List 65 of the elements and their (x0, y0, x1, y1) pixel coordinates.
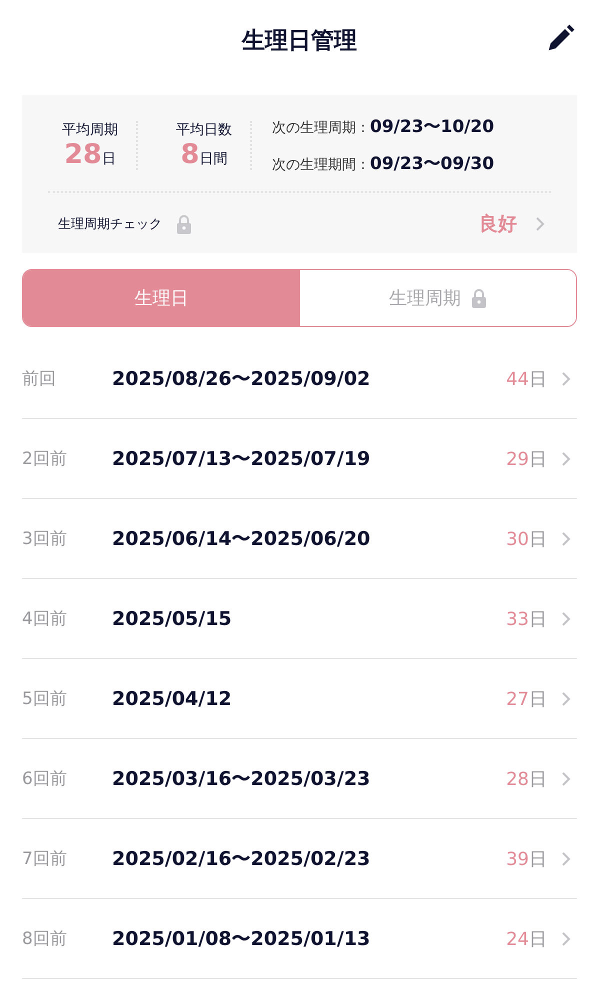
cycle-days: 30 (506, 528, 529, 550)
record-label: 4回前 (22, 608, 68, 630)
record-label: 8回前 (22, 928, 68, 950)
days-unit: 日 (529, 688, 547, 710)
record-row[interactable]: 4回前 2025/05/15 33 日 (22, 579, 577, 659)
stat-label: 平均日数 (176, 120, 232, 138)
cycle-days: 28 (506, 768, 529, 790)
cycle-days: 24 (506, 928, 529, 950)
next-value: 09/23〜10/20 (370, 116, 494, 138)
record-label: 5回前 (22, 688, 68, 710)
next-label: 次の生理周期： (272, 119, 370, 137)
record-dates: 2025/02/16〜2025/02/23 (112, 846, 370, 872)
stat-unit: 日 (102, 150, 116, 168)
record-label: 3回前 (22, 528, 68, 550)
record-row[interactable]: 6回前 2025/03/16〜2025/03/23 28日 (22, 739, 577, 819)
cycle-days: 39 (506, 848, 529, 870)
cycle-days: 27 (506, 688, 529, 710)
chevron-icon (561, 850, 571, 866)
chevron-icon (561, 690, 571, 706)
stat-unit: 日間 (199, 150, 228, 168)
record-row[interactable]: 3回前 2025/06/14〜2025/06/20 30日 (22, 499, 577, 579)
check-result: 良好 (479, 212, 517, 237)
days-unit: 日 (529, 368, 547, 390)
record-dates: 2025/08/26〜2025/09/02 (112, 366, 370, 392)
record-row[interactable]: 5回前 2025/04/12 27 日 (22, 659, 577, 739)
days-unit: 日 (529, 768, 547, 790)
chevron-icon (561, 930, 571, 946)
record-row[interactable]: 7回前 2025/02/16〜2025/02/23 39日 (22, 819, 577, 899)
record-row[interactable]: 8回前 2025/01/08〜2025/01/13 24日 (22, 899, 577, 979)
record-label: 2回前 (22, 448, 68, 470)
record-dates: 2025/01/08〜2025/01/13 (112, 926, 370, 952)
record-row[interactable]: 2回前 2025/07/13〜2025/07/19 29日 (22, 419, 577, 499)
record-label: 7回前 (22, 848, 68, 870)
record-dates: 2025/03/16〜2025/03/23 (112, 766, 370, 792)
days-unit: 日 (529, 448, 547, 470)
stat-value: 28 (64, 138, 102, 170)
chevron-icon (561, 610, 571, 626)
stat-value: 8 (180, 138, 200, 170)
days-unit: 日 (529, 928, 547, 950)
record-dates: 2025/06/14〜2025/06/20 (112, 526, 370, 552)
days-unit: 日 (529, 848, 547, 870)
chevron-icon (535, 216, 545, 232)
record-label: 前回 (22, 368, 57, 390)
chevron-icon (561, 770, 571, 786)
days-unit: 日 (529, 608, 547, 630)
days-unit: 日 (529, 528, 547, 550)
cycle-check-row[interactable]: 生理周期チェック 良好 (48, 193, 551, 237)
record-dates: 2025/04/12 (112, 688, 232, 710)
cycle-days: 44 (506, 368, 529, 390)
record-dates: 2025/07/13〜2025/07/19 (112, 446, 370, 472)
next-label: 次の生理期間： (272, 156, 370, 174)
next-value: 09/23〜09/30 (370, 153, 494, 175)
chevron-icon (561, 530, 571, 546)
record-dates: 2025/05/15 (112, 608, 232, 630)
chevron-icon (561, 450, 571, 466)
stat-label: 平均周期 (62, 120, 118, 138)
cycle-days: 29 (506, 448, 529, 470)
cycle-days: 33 (506, 608, 529, 630)
record-label: 6回前 (22, 768, 68, 790)
lock-icon (470, 288, 487, 308)
check-label: 生理周期チェック (58, 216, 162, 233)
chevron-icon (561, 370, 571, 386)
record-row[interactable]: 前回 2025/08/26〜2025/09/02 44日 (22, 339, 577, 419)
lock-icon (176, 214, 192, 234)
page-title: 生理日管理 (242, 26, 357, 56)
